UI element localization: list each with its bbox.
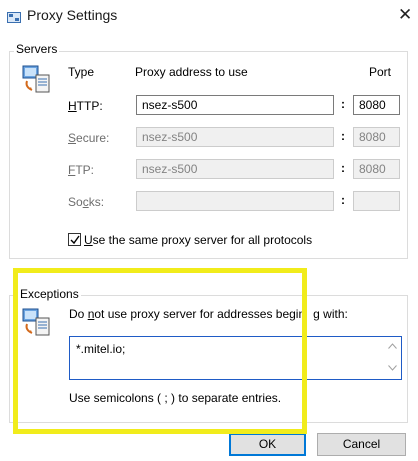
servers-network-icon [21, 63, 53, 95]
secure-address-input: nsez-s500 [136, 127, 334, 147]
http-label-rest: TTP: [76, 99, 103, 113]
ok-button[interactable]: OK [229, 433, 306, 456]
secure-port-colon: : [341, 129, 345, 143]
secure-label-key: S [68, 131, 77, 145]
ftp-label: FTP: [68, 163, 94, 177]
http-port-input[interactable]: 8080 [353, 95, 400, 115]
cancel-button[interactable]: Cancel [317, 433, 406, 456]
close-icon[interactable]: ✕ [398, 6, 412, 24]
socks-label-rest: ks: [88, 195, 105, 209]
exceptions-instruction-tail: g with: [313, 307, 348, 321]
same-proxy-label[interactable]: Use the same proxy server for all protoc… [84, 233, 312, 247]
exceptions-value: *.mitel.io; [76, 342, 126, 356]
ftp-port-input: 8080 [353, 159, 400, 179]
exceptions-hint: Use semicolons ( ; ) to separate entries… [69, 391, 282, 405]
ftp-port-colon: : [341, 161, 345, 175]
exceptions-textarea[interactable]: *.mitel.io; [69, 336, 402, 380]
scroll-down-icon[interactable] [388, 365, 397, 371]
type-column-header: Type [68, 65, 95, 79]
http-port-colon: : [341, 97, 345, 111]
window-title: Proxy Settings [27, 7, 118, 23]
checkmark-icon [70, 235, 80, 245]
socks-label-pre: So [68, 195, 83, 209]
same-proxy-label-key: U [84, 233, 93, 247]
exceptions-instruction-pre: Do [69, 307, 88, 321]
secure-label-rest: ecure: [76, 131, 110, 145]
http-label-key: H [68, 99, 77, 113]
exceptions-instruction-rest: ot use proxy server for addresses begin [94, 307, 306, 321]
socks-port-colon: : [341, 193, 345, 207]
socks-address-input [136, 191, 334, 211]
address-column-header: Proxy address to use [135, 65, 248, 79]
socks-label: Socks: [68, 195, 104, 209]
ftp-label-rest: TP: [75, 163, 95, 177]
exceptions-legend: Exceptions [18, 287, 81, 301]
secure-port-input: 8080 [353, 127, 400, 147]
exceptions-network-icon [21, 306, 53, 338]
same-proxy-label-rest: se the same proxy server for all protoco… [92, 233, 313, 247]
servers-group [9, 51, 408, 259]
ftp-address-input: nsez-s500 [136, 159, 334, 179]
same-proxy-checkbox[interactable] [68, 233, 81, 246]
secure-label: Secure: [68, 131, 109, 145]
http-address-input[interactable]: nsez-s500 [136, 95, 334, 115]
exceptions-scrollbar[interactable] [384, 337, 401, 379]
socks-port-input [353, 191, 400, 211]
scroll-up-icon[interactable] [388, 343, 397, 349]
proxy-settings-window-icon [7, 12, 21, 23]
port-column-header: Port [369, 65, 392, 79]
http-label: HTTP: [68, 99, 103, 113]
exceptions-instruction: Do not use proxy server for addresses be… [69, 307, 348, 321]
servers-legend: Servers [14, 42, 60, 56]
